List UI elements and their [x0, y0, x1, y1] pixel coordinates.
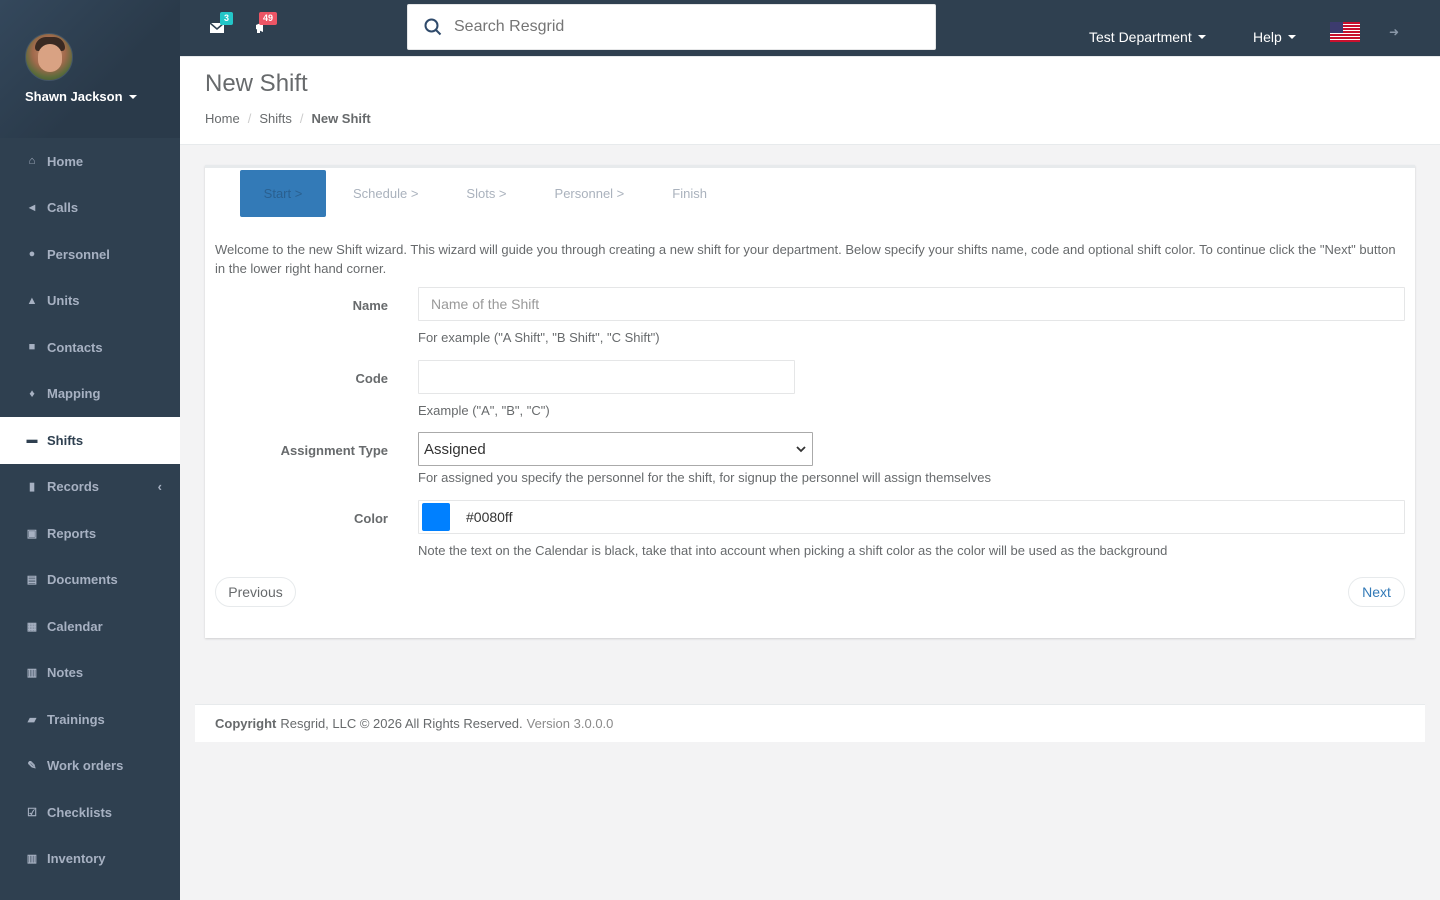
sidebar-item-notes[interactable]: ▥ Notes: [0, 650, 180, 697]
topbar: 3 49 Test Department Help ➜: [180, 0, 1440, 57]
barcode-icon: ▥: [26, 853, 38, 866]
chevron-down-icon: [796, 445, 806, 452]
documents-icon: ▤: [26, 574, 38, 587]
wizard-steps: Start > Schedule > Slots > Personnel > F…: [240, 170, 731, 217]
notes-icon: ▥: [26, 667, 38, 680]
page-heading: New Shift Home / Shifts / New Shift: [180, 57, 1440, 145]
assignment-type-select[interactable]: Assigned: [418, 432, 813, 466]
assignment-type-label: Assignment Type: [280, 443, 388, 458]
footer: Copyright Resgrid, LLC © 2026 All Rights…: [195, 704, 1425, 742]
bullhorn-icon: ◄: [26, 201, 38, 214]
sidebar-item-work-orders[interactable]: ✎ Work orders: [0, 743, 180, 790]
sidebar-item-mapping[interactable]: ♦ Mapping: [0, 371, 180, 418]
messages-count-badge: 3: [220, 12, 234, 25]
sidebar-item-inventory[interactable]: ▥ Inventory: [0, 836, 180, 883]
footer-text: Resgrid, LLC © 2026 All Rights Reserved.: [280, 716, 523, 731]
logout-icon[interactable]: ➜: [1389, 25, 1399, 39]
us-flag-icon[interactable]: [1330, 22, 1360, 42]
page-title: New Shift: [205, 70, 308, 97]
sidebar-item-shifts[interactable]: ▬ Shifts: [0, 417, 180, 464]
step-schedule[interactable]: Schedule >: [326, 170, 442, 217]
sidebar-item-units[interactable]: ▲ Units: [0, 278, 180, 325]
color-help: Note the text on the Calendar is black, …: [418, 543, 1168, 558]
breadcrumb-current: New Shift: [311, 111, 371, 126]
next-button[interactable]: Next: [1348, 577, 1405, 607]
briefcase-icon: ▬: [26, 434, 38, 447]
user-icon: ●: [28, 248, 36, 261]
breadcrumb-home[interactable]: Home: [205, 111, 240, 126]
calls-button[interactable]: 49: [254, 12, 278, 36]
checklist-icon: ☑: [27, 806, 37, 819]
reports-icon: ▣: [26, 527, 38, 540]
messages-button[interactable]: 3: [209, 12, 234, 36]
address-book-icon: ■: [28, 341, 36, 354]
breadcrumb-separator: /: [247, 111, 252, 126]
previous-button[interactable]: Previous: [215, 577, 296, 607]
step-start[interactable]: Start >: [240, 170, 326, 217]
sidebar-item-calls[interactable]: ◄ Calls: [0, 185, 180, 232]
truck-icon: ▲: [26, 294, 38, 307]
wizard-intro: Welcome to the new Shift wizard. This wi…: [215, 242, 1396, 276]
help-label: Help: [1253, 29, 1282, 45]
color-field[interactable]: #0080ff: [418, 500, 1405, 534]
assignment-type-help: For assigned you specify the personnel f…: [418, 470, 992, 485]
breadcrumb-shifts[interactable]: Shifts: [259, 111, 292, 126]
code-field[interactable]: [418, 360, 795, 394]
sidebar-item-contacts[interactable]: ■ Contacts: [0, 324, 180, 371]
profile-panel: Shawn Jackson: [0, 0, 180, 138]
calendar-icon: ▦: [26, 620, 38, 633]
name-label: Name: [352, 298, 388, 313]
search-box[interactable]: [407, 4, 936, 50]
color-label: Color: [354, 511, 388, 526]
avatar[interactable]: [25, 33, 73, 81]
step-personnel[interactable]: Personnel >: [531, 170, 649, 217]
sidebar-item-checklists[interactable]: ☑ Checklists: [0, 789, 180, 836]
breadcrumb-separator: /: [299, 111, 304, 126]
name-field[interactable]: Name of the Shift: [418, 287, 1405, 321]
color-swatch[interactable]: [422, 503, 450, 531]
footer-version: Version 3.0.0.0: [526, 716, 614, 731]
wrench-icon: ✎: [27, 760, 37, 773]
sidebar-item-documents[interactable]: ▤ Documents: [0, 557, 180, 604]
map-marker-icon: ♦: [29, 387, 35, 400]
profile-name: Shawn Jackson: [25, 89, 123, 104]
caret-down-icon: [1197, 35, 1206, 39]
sidebar: Shawn Jackson ⌂ Home ◄ Calls ● Personnel ▲ U…: [0, 0, 180, 900]
department-label: Test Department: [1089, 29, 1192, 45]
code-help: Example ("A", "B", "C"): [418, 403, 550, 418]
sidebar-item-reports[interactable]: ▣ Reports: [0, 510, 180, 557]
name-help: For example ("A Shift", "B Shift", "C Sh…: [418, 330, 660, 345]
sidebar-item-trainings[interactable]: ▰ Trainings: [0, 696, 180, 743]
footer-copyright-label: Copyright: [215, 716, 277, 731]
sidebar-item-home[interactable]: ⌂ Home: [0, 138, 180, 185]
search-icon: [424, 18, 442, 36]
breadcrumb: Home / Shifts / New Shift: [205, 111, 1440, 126]
step-slots[interactable]: Slots >: [442, 170, 530, 217]
sidebar-item-records[interactable]: ▮ Records ‹: [0, 464, 180, 511]
calls-count-badge: 49: [259, 12, 278, 25]
wizard-panel: Start > Schedule > Slots > Personnel > F…: [205, 165, 1415, 638]
search-input[interactable]: [454, 18, 914, 36]
caret-down-icon: [1287, 35, 1296, 39]
department-menu[interactable]: Test Department: [1089, 29, 1206, 45]
code-label: Code: [355, 371, 389, 386]
sidebar-nav: ⌂ Home ◄ Calls ● Personnel ▲ Units ■ Contacts…: [0, 138, 180, 882]
assignment-type-value: Assigned: [424, 440, 486, 458]
sidebar-item-calendar[interactable]: ▦ Calendar: [0, 603, 180, 650]
book-icon: ▰: [27, 713, 37, 726]
file-icon: ▮: [28, 481, 36, 494]
step-finish[interactable]: Finish: [648, 170, 731, 217]
sidebar-item-personnel[interactable]: ● Personnel: [0, 231, 180, 278]
caret-down-icon: [128, 94, 137, 99]
chevron-left-icon: ‹: [157, 479, 162, 495]
profile-menu[interactable]: Shawn Jackson: [25, 89, 180, 104]
home-icon: ⌂: [28, 155, 36, 168]
color-value: #0080ff: [466, 509, 513, 525]
help-menu[interactable]: Help: [1253, 29, 1296, 45]
